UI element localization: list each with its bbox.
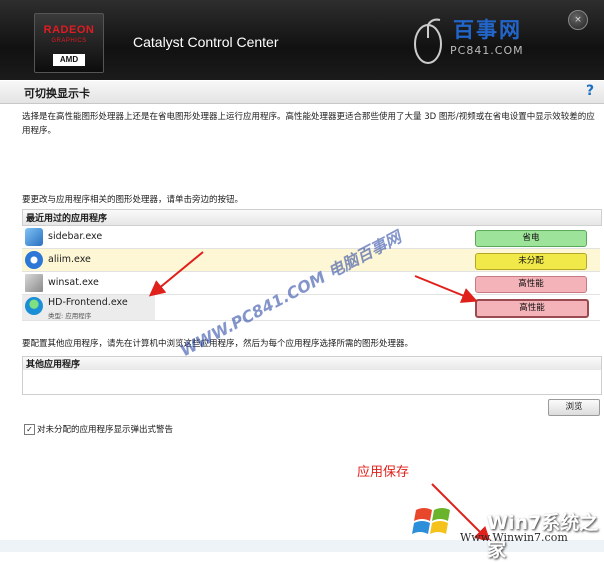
arrow-to-gpu-button (414, 275, 478, 303)
arrow-to-app (148, 251, 204, 297)
win7-watermark-en: Www.Winwin7.com (460, 531, 568, 544)
annotation-arrows (148, 251, 491, 543)
save-annotation: 应用保存 (357, 465, 410, 480)
windows-logo-icon (412, 508, 450, 534)
